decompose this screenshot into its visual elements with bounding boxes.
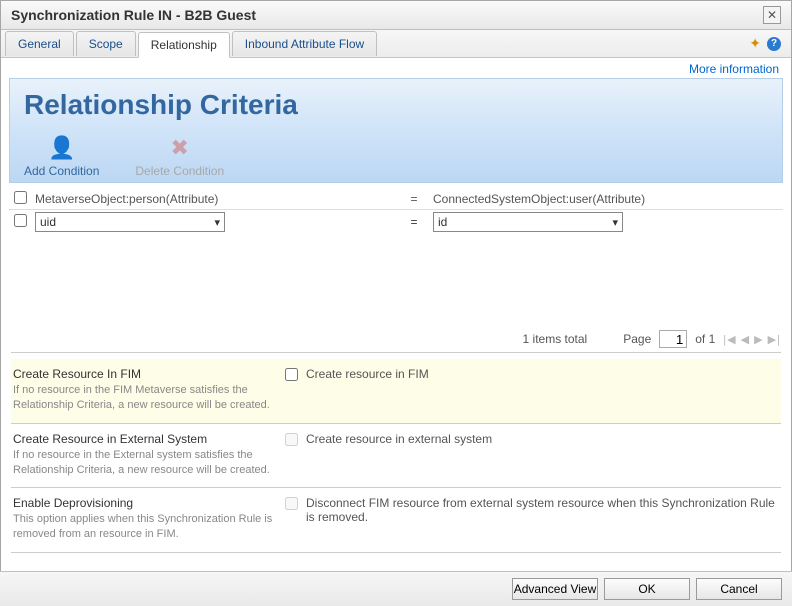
disconnect-resource-label: Disconnect FIM resource from external sy… [306,496,779,524]
equals-cell: = [399,210,429,235]
footer: Advanced View OK Cancel [0,571,792,606]
tab-bar: General Scope Relationship Inbound Attri… [1,30,791,58]
tab-inbound-attribute-flow[interactable]: Inbound Attribute Flow [232,31,377,56]
chevron-down-icon: ▾ [214,216,220,229]
criteria-row: uid ▾ = id ▾ [9,210,783,235]
deprov-section-title: Enable Deprovisioning [13,496,273,510]
page-input[interactable] [659,330,687,348]
add-condition-label: Add Condition [24,164,99,178]
metaverse-attribute-value: uid [40,215,56,229]
items-total-label: 1 items total [523,332,588,346]
tab-relationship[interactable]: Relationship [138,32,230,58]
help-icon[interactable]: ? [767,37,781,51]
create-resource-fim-label: Create resource in FIM [306,367,429,381]
page-title: Relationship Criteria [24,85,768,133]
chevron-down-icon: ▾ [612,216,618,229]
criteria-header-row: MetaverseObject:person(Attribute) = Conn… [9,189,783,210]
close-button[interactable]: ✕ [763,6,781,24]
right-column-header: ConnectedSystemObject:user(Attribute) [429,189,783,210]
connected-attribute-select[interactable]: id ▾ [433,212,623,232]
row-checkbox[interactable] [14,214,27,227]
ext-section-desc: If no resource in the External system sa… [13,448,273,478]
tab-general[interactable]: General [5,31,74,56]
metaverse-attribute-select[interactable]: uid ▾ [35,212,225,232]
page-label: Page [623,332,651,346]
more-information-link[interactable]: More information [689,62,779,76]
criteria-table: MetaverseObject:person(Attribute) = Conn… [9,189,783,234]
add-condition-button[interactable]: 👤 Add Condition [24,135,99,178]
ext-section-title: Create Resource in External System [13,432,273,446]
deprov-section-desc: This option applies when this Synchroniz… [13,512,273,542]
titlebar: Synchronization Rule IN - B2B Guest ✕ [1,1,791,30]
select-all-checkbox[interactable] [14,191,27,204]
delete-icon: ✖ [135,135,224,161]
connected-attribute-value: id [438,215,447,229]
window-title: Synchronization Rule IN - B2B Guest [11,7,256,23]
create-resource-external-label: Create resource in external system [306,432,492,446]
enable-deprovisioning-section: Enable Deprovisioning This option applie… [11,488,781,553]
cancel-button[interactable]: Cancel [696,578,782,600]
pager-nav-icons[interactable]: |◀ ◀ ▶ ▶| [723,333,781,346]
equals-header: = [399,189,429,210]
of-pages-label: of 1 [695,332,715,346]
delete-condition-label: Delete Condition [135,164,224,178]
person-add-icon: 👤 [24,135,99,161]
fim-section-title: Create Resource In FIM [13,367,273,381]
tab-scope[interactable]: Scope [76,31,136,56]
create-resource-external-section: Create Resource in External System If no… [11,424,781,489]
create-resource-fim-section: Create Resource In FIM If no resource in… [11,359,781,424]
add-icon[interactable]: ✦ [749,35,761,52]
create-resource-external-checkbox[interactable] [285,433,298,446]
advanced-view-button[interactable]: Advanced View [512,578,598,600]
create-resource-fim-checkbox[interactable] [285,368,298,381]
fim-section-desc: If no resource in the FIM Metaverse sati… [13,383,273,413]
more-info-row: More information [1,58,791,78]
delete-condition-button: ✖ Delete Condition [135,135,224,178]
disconnect-resource-checkbox[interactable] [285,497,298,510]
banner: Relationship Criteria 👤 Add Condition ✖ … [9,78,783,183]
pager: 1 items total Page of 1 |◀ ◀ ▶ ▶| [11,330,781,353]
left-column-header: MetaverseObject:person(Attribute) [31,189,399,210]
ok-button[interactable]: OK [604,578,690,600]
